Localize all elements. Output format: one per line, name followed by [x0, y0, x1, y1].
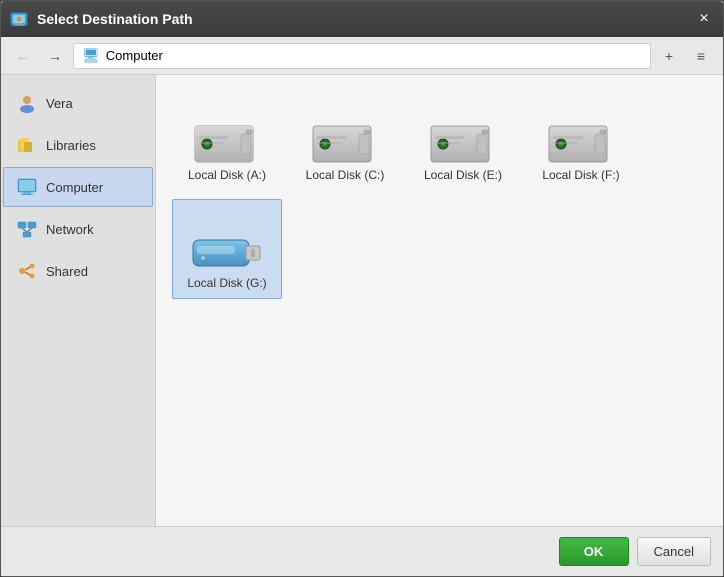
ok-button[interactable]: OK [559, 537, 629, 566]
sidebar-item-shared-label: Shared [46, 264, 88, 279]
disk-label-f: Local Disk (F:) [542, 168, 619, 182]
shared-icon [16, 260, 38, 282]
title-bar: Select Destination Path × [1, 1, 723, 37]
forward-button[interactable]: → [41, 43, 69, 69]
sidebar-item-libraries-label: Libraries [46, 138, 96, 153]
cancel-button[interactable]: Cancel [637, 537, 711, 566]
sidebar-item-shared[interactable]: Shared [3, 251, 153, 291]
breadcrumb: 🖥 Computer [73, 43, 651, 69]
sidebar-item-network-label: Network [46, 222, 94, 237]
toolbar: ← → 🖥 Computer + ≡ [1, 37, 723, 75]
dialog-icon [9, 9, 29, 29]
view-button[interactable]: ≡ [687, 43, 715, 69]
disk-item-f[interactable]: Local Disk (F:) [526, 91, 636, 191]
content-area: Vera Libraries [1, 75, 723, 526]
disk-item-a[interactable]: Local Disk (A:) [172, 91, 282, 191]
disk-label-a: Local Disk (A:) [188, 168, 266, 182]
computer-icon [16, 176, 38, 198]
sidebar-item-libraries[interactable]: Libraries [3, 125, 153, 165]
computer-breadcrumb-icon: 🖥 [82, 47, 100, 64]
disk-item-e[interactable]: Local Disk (E:) [408, 91, 518, 191]
disk-label-g: Local Disk (G:) [187, 276, 266, 290]
hdd-icon-c [309, 118, 381, 168]
main-panel: Local Disk (A:) [156, 75, 723, 526]
disk-label-c: Local Disk (C:) [306, 168, 385, 182]
disk-item-c[interactable]: Local Disk (C:) [290, 91, 400, 191]
bottom-bar: OK Cancel [1, 526, 723, 576]
hdd-icon-e [427, 118, 499, 168]
usb-icon-g [191, 226, 263, 276]
user-icon [16, 92, 38, 114]
hdd-icon-a [191, 118, 263, 168]
sidebar-item-vera[interactable]: Vera [3, 83, 153, 123]
back-button[interactable]: ← [9, 43, 37, 69]
sidebar-item-vera-label: Vera [46, 96, 73, 111]
sidebar-item-computer-label: Computer [46, 180, 103, 195]
sidebar: Vera Libraries [1, 75, 156, 526]
libraries-icon [16, 134, 38, 156]
dialog-title: Select Destination Path [37, 11, 693, 27]
close-button[interactable]: × [693, 8, 715, 30]
new-folder-button[interactable]: + [655, 43, 683, 69]
disk-item-g[interactable]: Local Disk (G:) [172, 199, 282, 299]
select-destination-dialog: Select Destination Path × ← → 🖥 Computer… [0, 0, 724, 577]
hdd-icon-f [545, 118, 617, 168]
disk-label-e: Local Disk (E:) [424, 168, 502, 182]
sidebar-item-network[interactable]: Network [3, 209, 153, 249]
toolbar-actions: + ≡ [655, 43, 715, 69]
breadcrumb-text: Computer [106, 48, 163, 63]
sidebar-item-computer[interactable]: Computer [3, 167, 153, 207]
network-icon [16, 218, 38, 240]
